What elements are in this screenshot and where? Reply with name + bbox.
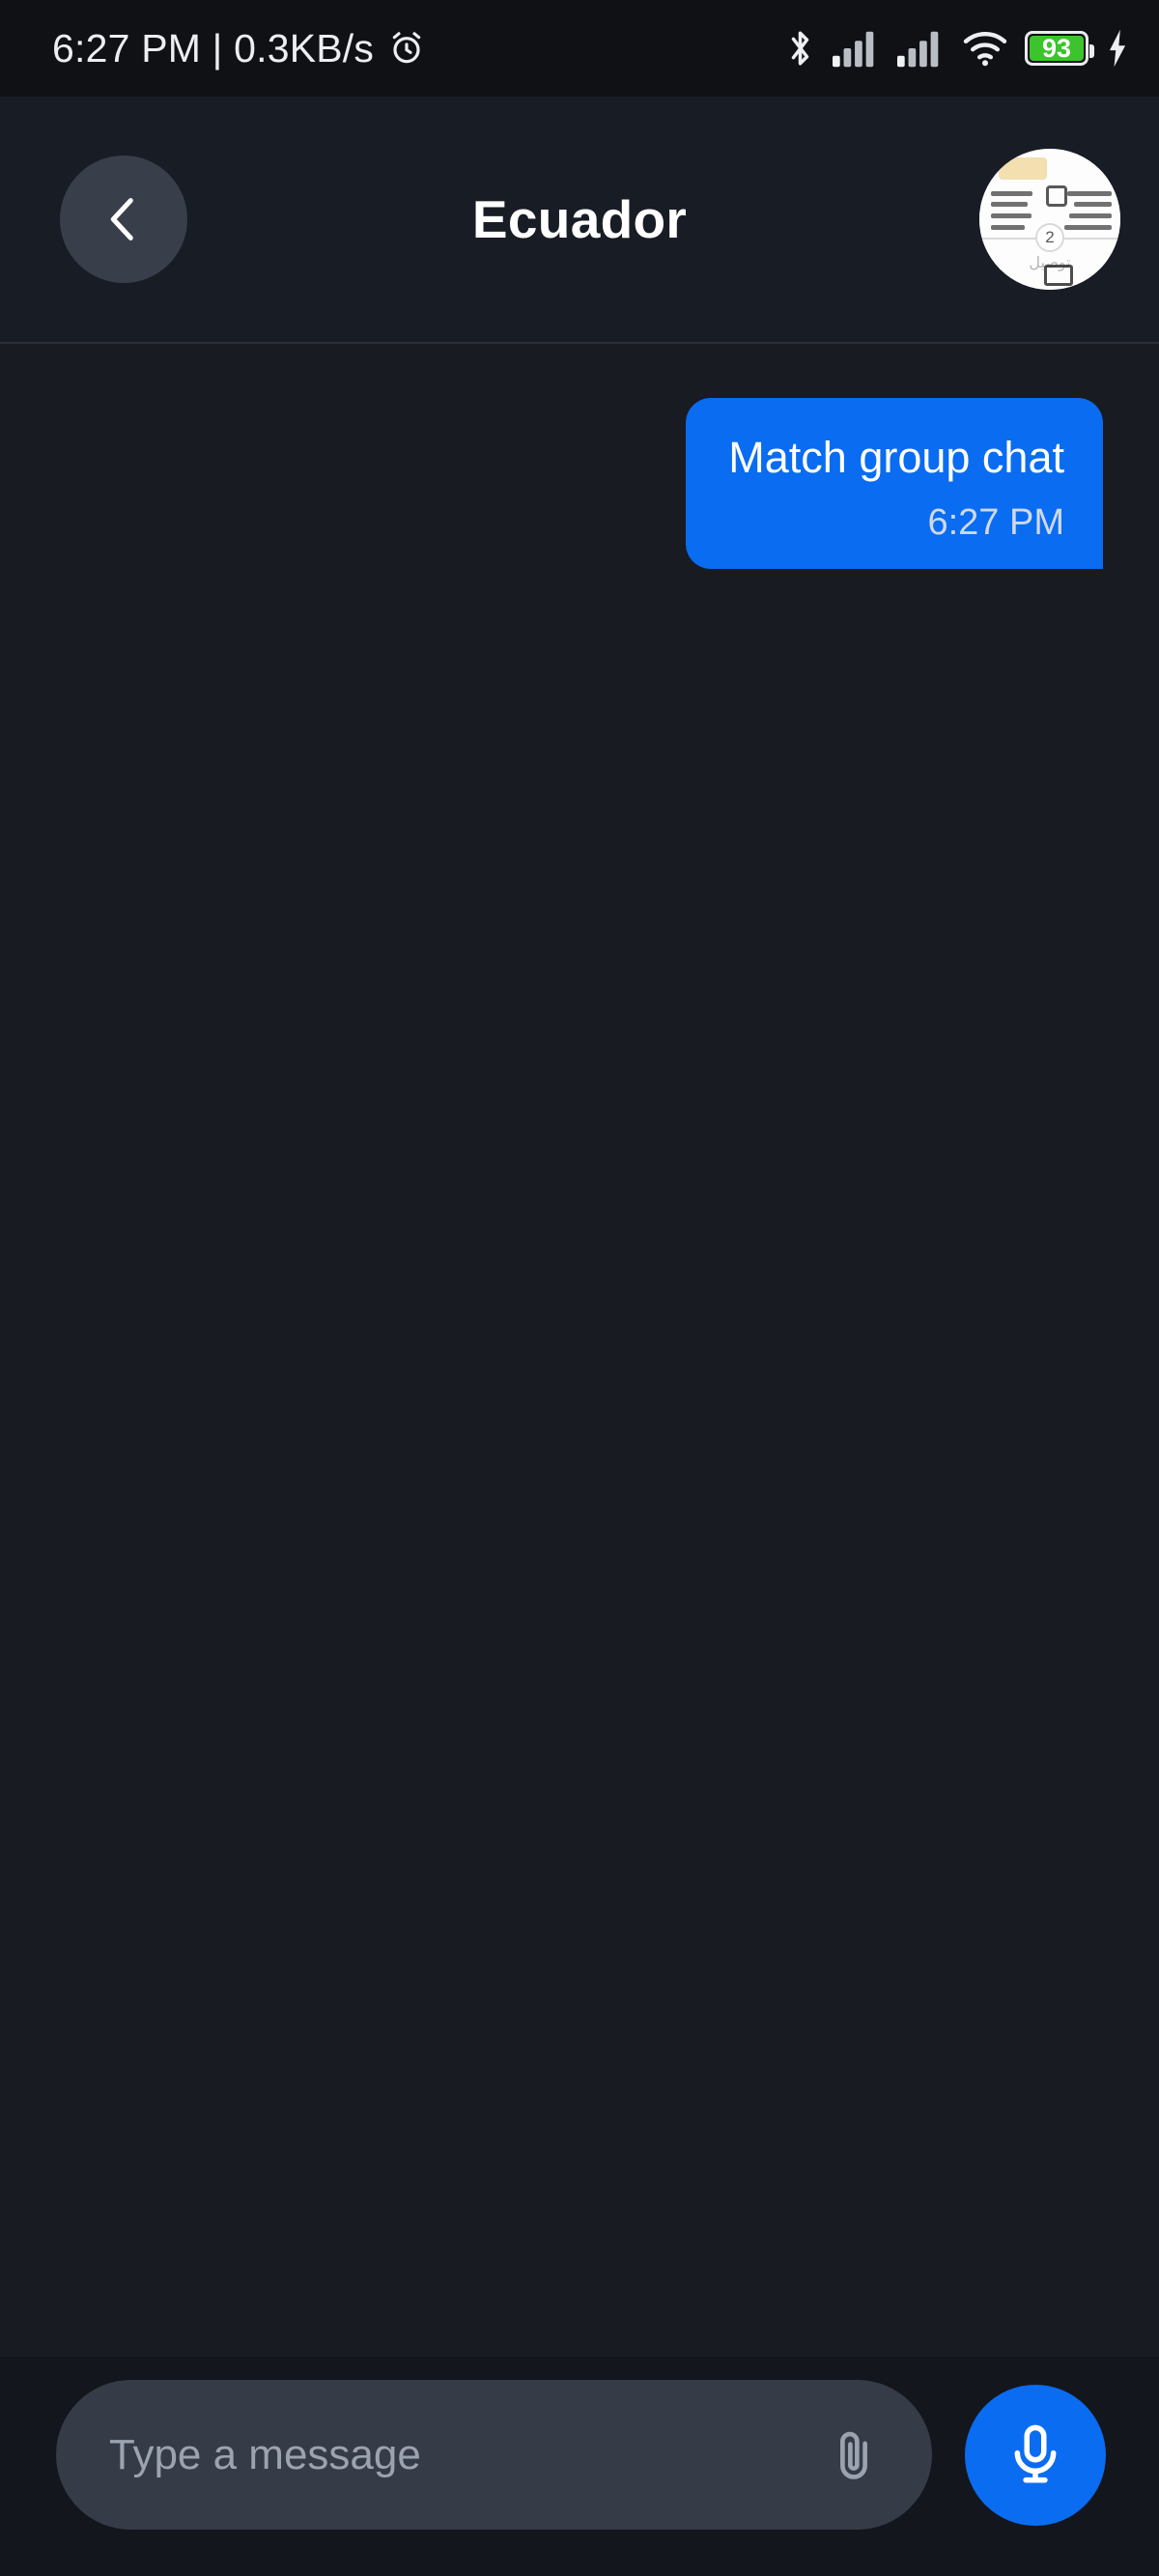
avatar-text-line bbox=[1063, 224, 1113, 230]
message-row: Match group chat 6:27 PM bbox=[56, 398, 1103, 569]
battery-percent-label: 93 bbox=[1041, 33, 1072, 63]
chevron-left-icon bbox=[96, 191, 152, 247]
avatar-text-line bbox=[1066, 190, 1113, 196]
avatar-text-line bbox=[990, 213, 1032, 219]
app-header: Ecuador 2 توصيل bbox=[0, 97, 1159, 344]
message-list[interactable]: Match group chat 6:27 PM bbox=[0, 344, 1159, 2357]
cellular-signal-icon bbox=[833, 29, 881, 68]
back-button[interactable] bbox=[60, 156, 187, 283]
microphone-icon bbox=[1002, 2421, 1069, 2489]
avatar-text-line bbox=[990, 190, 1033, 196]
status-bar-left: 6:27 PM | 0.3KB/s bbox=[52, 26, 426, 71]
status-bar-right: 93 bbox=[784, 28, 1130, 69]
alarm-clock-icon bbox=[387, 29, 426, 68]
chat-screen: 6:27 PM | 0.3KB/s 93 Ecuador 2 توصيل Mat… bbox=[0, 0, 1159, 2576]
avatar-text-line bbox=[990, 224, 1025, 230]
bluetooth-icon bbox=[784, 28, 816, 69]
avatar-text-line bbox=[1073, 202, 1113, 208]
status-time-and-network-speed: 6:27 PM | 0.3KB/s bbox=[52, 25, 375, 71]
avatar-count-badge: 2 bbox=[1035, 222, 1064, 252]
charging-bolt-icon bbox=[1105, 28, 1130, 69]
message-text: Match group chat bbox=[728, 433, 1064, 482]
avatar-text-line bbox=[1069, 213, 1113, 219]
avatar-highlight-tag bbox=[999, 156, 1048, 181]
message-timestamp: 6:27 PM bbox=[927, 501, 1064, 543]
status-bar: 6:27 PM | 0.3KB/s 93 bbox=[0, 0, 1159, 97]
avatar-thumb-icon bbox=[1045, 184, 1067, 207]
avatar-image: 2 توصيل bbox=[979, 149, 1120, 290]
attachment-button[interactable] bbox=[820, 2421, 888, 2489]
cellular-signal-icon bbox=[897, 29, 946, 68]
avatar-bottom-icon bbox=[1044, 264, 1074, 286]
message-bubble-outgoing[interactable]: Match group chat 6:27 PM bbox=[686, 398, 1103, 569]
wifi-icon bbox=[962, 29, 1008, 68]
avatar-text-line bbox=[990, 202, 1028, 208]
avatar[interactable]: 2 توصيل bbox=[979, 149, 1120, 290]
message-input-container[interactable]: Type a message bbox=[56, 2380, 932, 2530]
message-composer: Type a message bbox=[0, 2357, 1159, 2576]
battery-icon: 93 bbox=[1025, 31, 1094, 66]
voice-record-button[interactable] bbox=[965, 2384, 1106, 2526]
message-input-placeholder[interactable]: Type a message bbox=[109, 2431, 820, 2479]
paperclip-icon bbox=[824, 2425, 884, 2485]
